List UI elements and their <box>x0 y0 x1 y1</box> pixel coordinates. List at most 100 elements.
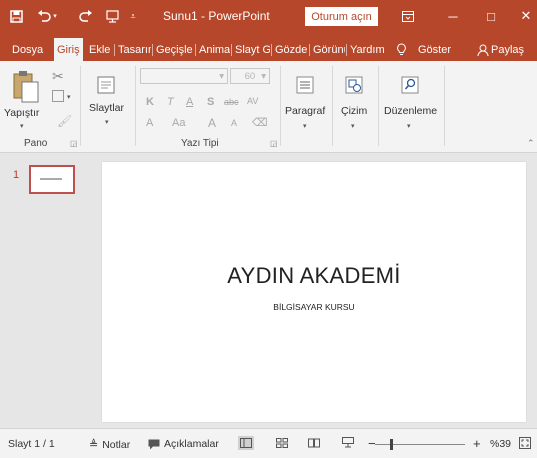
slide-title[interactable]: AYDIN AKADEMİ <box>102 263 526 289</box>
ribbon: Yapıştır ▾ ✂ ▾ 🖌 Pano ◲ Slaytlar ▾ ▾ 60 ▾… <box>0 61 537 153</box>
editing-label: Düzenleme <box>384 105 438 117</box>
search-icon <box>401 76 419 94</box>
sign-in-button[interactable]: Oturum açın <box>305 7 378 26</box>
status-bar: Slayt 1 / 1 ≜ Notlar Açıklamalar − + %39 <box>0 428 537 458</box>
slides-button[interactable]: Slaytlar ▾ <box>85 66 131 136</box>
normal-view-icon[interactable] <box>238 436 254 450</box>
slides-label: Slaytlar <box>89 102 125 114</box>
font-dialog-launcher-icon[interactable]: ◲ <box>270 139 278 148</box>
underline-button[interactable]: A <box>186 96 193 108</box>
paste-button[interactable]: Yapıştır ▾ <box>4 66 43 136</box>
slide-canvas[interactable]: AYDIN AKADEMİ BİLGİSAYAR KURSU <box>102 162 526 422</box>
thumbnail-title-preview <box>40 178 62 180</box>
redo-icon[interactable] <box>78 6 94 26</box>
group-separator <box>135 66 136 146</box>
slide-show-icon[interactable] <box>342 437 354 451</box>
font-name-combo[interactable]: ▾ <box>140 68 228 84</box>
drawing-label: Çizim <box>341 105 368 117</box>
paste-dropdown-icon: ▾ <box>20 123 24 130</box>
save-icon[interactable] <box>7 6 25 26</box>
change-case-button[interactable]: Aa <box>172 117 185 129</box>
ribbon-tabs: Dosya Giriş Ekle Tasarım Geçişle Animas … <box>0 34 537 61</box>
tab-slide-show[interactable]: Slayt Gö <box>232 38 270 61</box>
fit-to-window-icon[interactable] <box>519 437 531 452</box>
tab-animations[interactable]: Animas <box>196 38 230 61</box>
font-size-value: 60 <box>244 70 256 82</box>
ribbon-display-options-icon[interactable] <box>398 6 418 26</box>
tab-transitions[interactable]: Geçişle <box>153 38 194 61</box>
tab-review[interactable]: Gözder <box>272 38 308 61</box>
title-bar: ▾ ⩡ Sunu1 - PowerPoint Oturum açın ─ □ ✕ <box>0 0 537 34</box>
zoom-level[interactable]: %39 <box>490 438 511 450</box>
shapes-icon <box>345 76 363 94</box>
drawing-button[interactable]: Çizim ▾ <box>335 66 375 136</box>
grow-font-button[interactable]: A <box>208 116 216 130</box>
new-slide-icon <box>97 76 115 94</box>
clear-formatting-icon[interactable]: ⌫ <box>252 116 268 129</box>
slide-subtitle[interactable]: BİLGİSAYAR KURSU <box>102 302 526 312</box>
format-painter-icon[interactable]: 🖌 <box>57 114 72 128</box>
minimize-button[interactable]: ─ <box>443 6 463 26</box>
editing-dropdown-icon: ▾ <box>407 123 411 130</box>
slide-thumbnail[interactable] <box>29 165 75 194</box>
font-color-button[interactable]: A <box>146 117 153 129</box>
editing-button[interactable]: Düzenleme ▾ <box>381 66 439 136</box>
slide-counter[interactable]: Slayt 1 / 1 <box>8 438 55 450</box>
maximize-button[interactable]: □ <box>481 6 501 26</box>
zoom-slider-thumb[interactable] <box>390 439 393 450</box>
paste-icon <box>13 71 39 103</box>
font-size-combo[interactable]: 60 ▾ <box>230 68 270 84</box>
group-separator <box>80 66 81 146</box>
copy-icon[interactable] <box>52 90 64 102</box>
copy-dropdown-icon: ▾ <box>67 94 71 101</box>
italic-button[interactable]: T <box>167 96 174 108</box>
present-from-start-icon[interactable] <box>104 6 120 26</box>
slide-thumbnails-panel: 1 <box>0 153 90 428</box>
reading-view-icon[interactable] <box>308 437 320 451</box>
tab-file[interactable]: Dosya <box>9 38 46 61</box>
undo-icon[interactable]: ▾ <box>36 6 58 26</box>
zoom-in-button[interactable]: + <box>473 436 481 451</box>
drawing-dropdown-icon: ▾ <box>351 123 355 130</box>
character-spacing-button[interactable]: AV <box>247 96 258 106</box>
comments-label: Açıklamalar <box>164 438 219 450</box>
paragraph-dropdown-icon: ▾ <box>303 123 307 130</box>
paste-label: Yapıştır <box>4 107 40 119</box>
notes-icon: ≜ <box>89 439 99 451</box>
window-title: Sunu1 - PowerPoint <box>163 9 270 23</box>
customize-toolbar-icon[interactable]: ⩡ <box>128 6 138 26</box>
tab-home[interactable]: Giriş <box>54 38 83 61</box>
tell-me-icon[interactable] <box>393 38 410 61</box>
comments-button[interactable]: Açıklamalar <box>148 438 219 450</box>
group-separator <box>378 66 379 146</box>
paragraph-label: Paragraf <box>285 105 326 117</box>
group-separator <box>332 66 333 146</box>
notes-label: Notlar <box>102 438 131 451</box>
close-button[interactable]: ✕ <box>516 6 536 26</box>
slide-sorter-icon[interactable] <box>276 437 288 451</box>
tab-insert[interactable]: Ekle <box>86 38 113 61</box>
clipboard-group-label: Pano <box>24 138 48 149</box>
group-separator <box>280 66 281 146</box>
paragraph-icon <box>296 76 314 94</box>
paragraph-button[interactable]: Paragraf ▾ <box>283 66 329 136</box>
zoom-slider-track[interactable] <box>375 444 465 445</box>
slide-number: 1 <box>13 169 20 181</box>
slides-dropdown-icon: ▾ <box>105 119 109 126</box>
tab-view[interactable]: Görünü <box>310 38 345 61</box>
group-separator <box>444 66 445 146</box>
shadow-button[interactable]: S <box>207 96 214 108</box>
shrink-font-button[interactable]: A <box>231 118 237 128</box>
collapse-ribbon-icon[interactable]: ⌃ <box>527 138 535 149</box>
tell-me-label[interactable]: Göster <box>415 38 454 61</box>
tab-help[interactable]: Yardım <box>347 38 388 61</box>
share-button[interactable]: Paylaş <box>488 38 527 61</box>
bold-button[interactable]: K <box>146 96 154 108</box>
cut-icon[interactable]: ✂ <box>52 68 64 85</box>
font-group-label: Yazı Tipi <box>181 138 219 149</box>
tab-design[interactable]: Tasarım <box>115 38 151 61</box>
comments-icon <box>148 439 160 449</box>
strikethrough-button[interactable]: abc <box>224 97 239 107</box>
notes-button[interactable]: ≜ Notlar <box>89 438 131 452</box>
clipboard-dialog-launcher-icon[interactable]: ◲ <box>70 139 78 148</box>
